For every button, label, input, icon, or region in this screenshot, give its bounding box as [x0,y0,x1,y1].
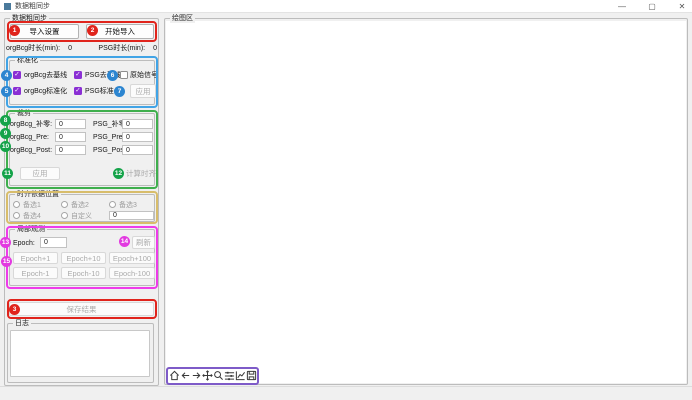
badge-4: 4 [1,70,12,81]
option3-radio[interactable] [109,201,116,208]
psg-pre-label: PSG_Pre: [93,133,125,142]
raw-signal-checkbox[interactable] [120,71,128,79]
close-button[interactable]: ✕ [674,1,690,12]
badge-12: 12 [113,168,124,179]
orgbcg-detrend-checkbox[interactable] [13,71,21,79]
log-group-title: 日志 [13,320,31,328]
option4-radio[interactable] [13,212,20,219]
plot-toolbar [169,370,257,381]
orgbcg-post-input[interactable]: 0 [55,145,86,155]
customize-icon[interactable] [235,370,246,381]
app-icon [4,3,11,10]
titlebar: 数据粗同步 — ▢ ✕ [0,0,692,13]
psg-norm-checkbox[interactable] [74,87,82,95]
badge-13: 13 [0,237,11,248]
left-panel-title: 数据粗同步 [10,15,49,23]
maximize-button[interactable]: ▢ [644,1,660,12]
normalize-apply-button[interactable]: 应用 [130,84,156,98]
epoch-minus100-button[interactable]: Epoch-100 [109,267,155,279]
raw-signal-label: 原始信号 [130,71,158,80]
pan-icon[interactable] [202,370,213,381]
back-icon[interactable] [180,370,191,381]
psg-pre-input[interactable]: 0 [122,132,153,142]
normalize-group-title: 标准化 [15,57,40,65]
log-textarea[interactable] [10,330,150,377]
orgbcg-duration-value: 0 [68,45,72,52]
psg-detrend-checkbox[interactable] [74,71,82,79]
crop-group-title: 裁剪 [15,110,33,118]
align-group-title: 时齐依据位置 [15,191,61,199]
calc-align-button[interactable]: 计算时齐 [126,167,156,180]
psg-duration-value: 0 [153,45,157,52]
forward-icon[interactable] [191,370,202,381]
orgbcg-pre-label: orgBcg_Pre: [10,133,49,142]
custom-radio[interactable] [61,212,68,219]
epoch-input[interactable]: 0 [40,237,67,248]
badge-5: 5 [1,86,12,97]
orgbcg-duration: orgBcg时长(min): 0 [6,44,72,53]
refresh-button[interactable]: 刷新 [132,236,155,249]
badge-1: 1 [9,25,20,36]
orgbcg-post-label: orgBcg_Post: [10,146,52,155]
save-results-button[interactable]: 保存结果 [9,302,154,316]
psg-duration: PSG时长(min): 0 [98,44,157,53]
custom-position-input[interactable]: 0 [109,211,154,220]
option2-label: 备选2 [71,201,89,210]
epoch-minus1-button[interactable]: Epoch-1 [13,267,58,279]
local-group-title: 局部观测 [15,226,47,234]
epoch-minus10-button[interactable]: Epoch-10 [61,267,106,279]
subplots-icon[interactable] [224,370,235,381]
orgbcg-norm-checkbox[interactable] [13,87,21,95]
epoch-plus10-button[interactable]: Epoch+10 [61,252,106,264]
duration-row: orgBcg时长(min): 0 PSG时长(min): 0 [6,44,157,53]
badge-6: 6 [107,70,118,81]
app-window: 数据粗同步 — ▢ ✕ 数据粗同步 导入设置 开始导入 1 2 orgBcg时长… [0,0,692,400]
orgbcg-zeropad-input[interactable]: 0 [55,119,86,129]
home-icon[interactable] [169,370,180,381]
plot-canvas[interactable] [166,21,686,383]
orgbcg-pre-input[interactable]: 0 [55,132,86,142]
option4-label: 备选4 [23,212,41,221]
option1-label: 备选1 [23,201,41,210]
crop-apply-button[interactable]: 应用 [20,167,60,180]
option2-radio[interactable] [61,201,68,208]
badge-14: 14 [119,236,130,247]
statusbar: 0% [0,386,692,400]
zoom-icon[interactable] [213,370,224,381]
badge-7: 7 [114,86,125,97]
badge-8: 8 [0,115,11,126]
psg-zeropad-input[interactable]: 0 [122,119,153,129]
orgbcg-zeropad-label: orgBcg_补零: [10,120,52,129]
psg-post-input[interactable]: 0 [122,145,153,155]
badge-3: 3 [9,304,20,315]
orgbcg-detrend-label: orgBcg去基线 [24,71,67,80]
option3-label: 备选3 [119,201,137,210]
badge-10: 10 [0,141,11,152]
save-icon[interactable] [246,370,257,381]
import-settings-button[interactable]: 导入设置 [10,24,79,39]
badge-2: 2 [87,25,98,36]
normalize-group: 标准化 [9,60,155,105]
minimize-button[interactable]: — [614,1,630,12]
orgbcg-norm-label: orgBcg标准化 [24,87,67,96]
window-title: 数据粗同步 [15,3,50,11]
epoch-label: Epoch: [13,239,35,248]
orgbcg-duration-label: orgBcg时长(min): [6,45,60,52]
badge-11: 11 [2,168,13,179]
epoch-plus1-button[interactable]: Epoch+1 [13,252,58,264]
badge-15: 15 [1,256,12,267]
custom-label: 自定义 [71,212,92,221]
badge-9: 9 [0,128,11,139]
plot-group-title: 绘图区 [170,15,195,23]
option1-radio[interactable] [13,201,20,208]
psg-duration-label: PSG时长(min): [98,45,145,52]
epoch-plus100-button[interactable]: Epoch+100 [109,252,155,264]
